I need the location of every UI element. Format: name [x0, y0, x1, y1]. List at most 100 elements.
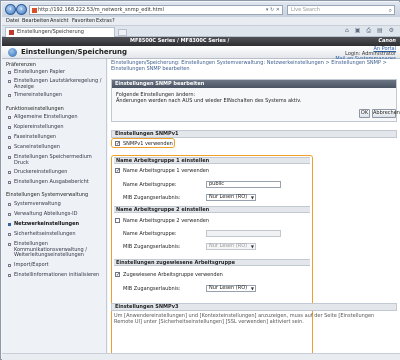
search-placeholder: Live Search — [291, 7, 320, 13]
edit-panel: Einstellungen SNMP bearbeiten Folgende E… — [111, 79, 400, 122]
sidebar-item-security[interactable]: Sicherheitseinstellungen — [8, 231, 105, 238]
sidebar-item-common[interactable]: Allgemeine Einstellungen — [8, 114, 105, 121]
bullet-icon — [8, 136, 11, 139]
bullet-icon — [8, 274, 11, 277]
menu-view[interactable]: Ansicht — [50, 18, 68, 24]
group2-checkbox[interactable] — [115, 218, 120, 223]
page-title: Einstellungen/Speicherung — [21, 48, 127, 56]
sidebar-item-fax[interactable]: Faxeinstellungen — [8, 134, 105, 141]
dedicated-checkbox[interactable]: ✓ — [115, 272, 120, 278]
group1-header: Name Arbeitsgruppe 1 einstellen — [114, 157, 310, 164]
dedicated-header: Einstellungen zugewiesene Arbeitsgruppe — [114, 259, 310, 266]
bullet-icon — [8, 156, 11, 159]
sidebar-item-printer[interactable]: Druckereinstellungen — [8, 169, 105, 176]
tab-bar: Einstellungen/Speicherung ⌂ ▣ ⎙ ▤ ⚙ — [2, 26, 400, 37]
snmpv1-section-header: Einstellungen SNMPv1 — [111, 130, 397, 138]
sidebar-item-report[interactable]: Einstellungen Ausgabebericht — [8, 179, 105, 186]
device-header: MF8500C Series / MF8300C Series / Canon — [2, 37, 400, 46]
sidebar-item-paper[interactable]: Einstellungen Papier — [8, 69, 105, 76]
snmpv1-label: SNMPv1 verwenden — [123, 141, 173, 147]
sidebar-item-import-export[interactable]: Import/Export — [8, 262, 105, 269]
address-bar[interactable]: http://192.168.222.53/m_network_snmp_edi… — [29, 5, 283, 15]
menu-bar: Datei Bearbeiten Ansicht Favoriten Extra… — [2, 17, 400, 26]
cancel-button[interactable]: Abbrechen — [372, 109, 400, 118]
settings-globe-icon — [8, 48, 17, 57]
bullet-icon — [8, 94, 11, 97]
bullet-icon — [8, 126, 11, 129]
sidebar-item-media-print[interactable]: Einstellungen Speichermedium Druck — [8, 154, 105, 166]
group2-mib-select[interactable]: Nur Lesen (RO) ▼ — [206, 243, 256, 250]
chevron-down-icon: ▼ — [250, 286, 254, 291]
chevron-down-icon: ▼ — [250, 244, 254, 249]
bullet-icon — [8, 233, 11, 236]
bullet-icon — [8, 181, 11, 184]
page-icon — [32, 8, 37, 13]
dedicated-mib-select[interactable]: Nur Lesen (RO) ▼ — [206, 285, 256, 292]
menu-tools[interactable]: Extras — [96, 18, 112, 24]
sidebar-item-volume[interactable]: Einstellungen Lautstärkeregelung / Anzei… — [8, 78, 105, 90]
forward-icon[interactable]: › — [16, 4, 27, 15]
sidebar-item-network[interactable]: Netzwerkeinstellungen — [8, 221, 105, 228]
group1-checkbox[interactable]: ✓ — [115, 168, 120, 174]
bullet-icon — [8, 213, 11, 216]
snmpv3-note: Um [Anwendereinstellungen] und [Kontexte… — [114, 313, 375, 325]
back-icon[interactable]: ‹ — [5, 4, 16, 15]
breadcrumb: Einstellungen/Speicherung: Einstellungen… — [111, 60, 387, 72]
ok-button[interactable]: OK — [359, 109, 370, 118]
sidebar-item-department-id[interactable]: Verwaltung Abteilungs-ID — [8, 211, 105, 218]
menu-favorites[interactable]: Favoriten — [72, 18, 95, 24]
bullet-icon — [8, 243, 11, 246]
sidebar-item-system-management[interactable]: Systemverwaltung — [8, 201, 105, 208]
browser-toolbar: ‹ › http://192.168.222.53/m_network_snmp… — [2, 2, 400, 17]
toolbar-icons[interactable]: ⌂ ▣ ⎙ ▤ ⚙ — [345, 27, 396, 35]
group1-name-label: Name Arbeitsgruppe: — [123, 182, 177, 188]
sidebar-item-communication[interactable]: Einstellungen Kommunikationsverwaltung /… — [8, 241, 105, 259]
device-model: MF8500C Series / MF8300C Series / — [130, 38, 230, 44]
bullet-icon — [8, 171, 11, 174]
sidebar-item-initialize[interactable]: Einstellinformationen initialisieren — [8, 272, 105, 279]
browser-window: ‹ › http://192.168.222.53/m_network_snmp… — [0, 0, 400, 360]
bullet-icon — [8, 223, 11, 226]
brand-logo: Canon — [378, 38, 396, 44]
app-header: Einstellungen/Speicherung An Portal Logi… — [2, 46, 400, 62]
favicon-icon — [9, 30, 14, 35]
chevron-down-icon: ▼ — [250, 195, 254, 200]
new-tab-button[interactable] — [118, 29, 127, 36]
address-text: http://192.168.222.53/m_network_snmp_edi… — [38, 7, 164, 13]
snmpv1-checkbox[interactable]: ✓ — [115, 141, 120, 147]
status-bar — [2, 353, 400, 360]
main-content: Einstellungen/Speicherung: Einstellungen… — [108, 59, 400, 360]
group1-mib-label: MIB Zugangserlaubnis: — [123, 195, 181, 201]
refresh-icon[interactable]: ▾ ↻ ✕ — [266, 7, 280, 13]
snmpv3-section-header: Einstellungen SNMPv3 — [111, 303, 397, 311]
dedicated-mib-value: Nur Lesen (RO) — [209, 285, 248, 291]
sidebar-item-copy[interactable]: Kopiereinstellungen — [8, 124, 105, 131]
group2-name-label: Name Arbeitsgruppe: — [123, 231, 177, 237]
bullet-icon — [8, 203, 11, 206]
sidebar-group-system: Einstellungen Systemverwaltung — [6, 192, 89, 198]
sidebar-item-scan[interactable]: Scaneinstellungen — [8, 144, 105, 151]
browser-tab[interactable]: Einstellungen/Speicherung — [5, 27, 115, 37]
sidebar: Präferenzen Einstellungen Papier Einstel… — [2, 59, 107, 360]
group2-name-input[interactable] — [206, 230, 281, 237]
sidebar-item-timer[interactable]: Timereinstellungen — [8, 92, 105, 99]
search-input[interactable]: Live Search ⌕ — [287, 5, 395, 15]
search-icon[interactable]: ⌕ — [389, 7, 392, 15]
group1-mib-select[interactable]: Nur Lesen (RO) ▼ — [206, 194, 256, 201]
sidebar-group-preferences: Präferenzen — [6, 62, 36, 68]
panel-text-2: Änderungen werden nach AUS und wieder EI… — [116, 98, 302, 104]
panel-title: Einstellungen SNMP bearbeiten — [112, 80, 396, 88]
menu-file[interactable]: Datei — [6, 18, 19, 24]
group1-mib-value: Nur Lesen (RO) — [209, 194, 248, 200]
bullet-icon — [8, 71, 11, 74]
group2-mib-label: MIB Zugangserlaubnis: — [123, 244, 181, 250]
group1-name-input[interactable]: public — [206, 181, 281, 188]
menu-edit[interactable]: Bearbeiten — [22, 18, 49, 24]
bullet-icon — [8, 116, 11, 119]
group2-header: Name Arbeitsgruppe 2 einstellen — [114, 206, 310, 213]
tab-title: Einstellungen/Speicherung — [17, 29, 84, 35]
bullet-icon — [8, 80, 11, 83]
menu-help[interactable]: ? — [112, 18, 115, 24]
dedicated-use-label: Zugewiesene Arbeitsgruppe verwenden — [123, 272, 223, 278]
sidebar-group-functions: Funktionseinstellungen — [6, 106, 64, 112]
